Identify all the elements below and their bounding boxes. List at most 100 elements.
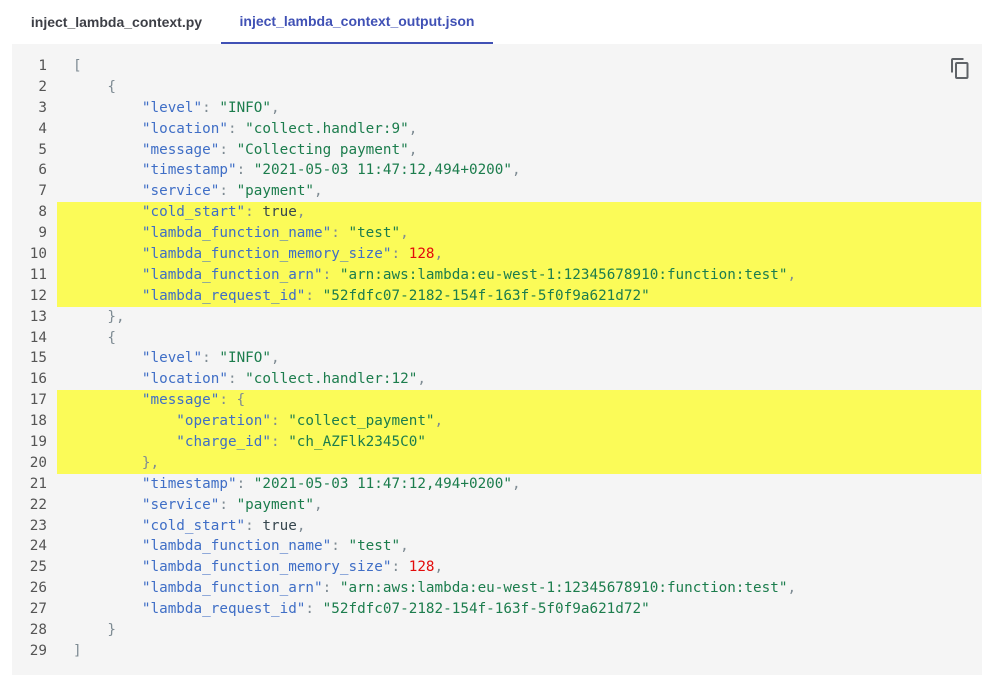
code-token: "52fdfc07-2182-154f-163f-5f0f9a621d72" <box>322 601 650 618</box>
code-line: 24 "lambda_function_name": "test", <box>12 536 982 557</box>
code-token: "lambda_request_id" <box>141 601 306 618</box>
line-number: 3 <box>38 99 47 116</box>
code-text: "lambda_function_memory_size": 128, <box>73 557 443 578</box>
code-token: "service" <box>141 496 220 513</box>
code-line: 28 } <box>12 620 982 641</box>
line-number: 22 <box>29 496 47 513</box>
line-number: 6 <box>38 162 47 179</box>
code-text: "cold_start": true, <box>73 202 306 223</box>
line-number: 19 <box>29 434 47 451</box>
line-number: 13 <box>29 308 47 325</box>
line-number: 15 <box>29 350 47 367</box>
line-number: 18 <box>29 413 47 430</box>
code-token: , <box>314 183 323 200</box>
code-token: : <box>391 246 409 263</box>
code-token: "lambda_function_memory_size" <box>141 559 392 576</box>
code-token: : <box>219 141 237 158</box>
code-line: 7 "service": "payment", <box>12 181 982 202</box>
code-line: 1[ <box>12 56 982 77</box>
line-number: 29 <box>29 642 47 659</box>
code-line: 14 { <box>12 328 982 349</box>
code-token: "charge_id" <box>176 434 271 451</box>
code-line: 8 "cold_start": true, <box>38 202 981 224</box>
line-number: 28 <box>29 622 47 639</box>
line-number: 12 <box>29 287 47 304</box>
code-text: "timestamp": "2021-05-03 11:47:12,494+02… <box>73 474 521 495</box>
code-token: "collect_payment" <box>288 413 435 430</box>
code-token: : <box>245 517 263 534</box>
code-line: 29] <box>12 641 982 662</box>
line-number: 2 <box>38 78 47 95</box>
line-number: 4 <box>38 120 47 137</box>
line-number: 24 <box>29 538 47 555</box>
code-token: , <box>400 225 409 242</box>
code-token: : <box>219 183 237 200</box>
line-number: 1 <box>38 58 47 74</box>
code-token: "INFO" <box>219 99 272 116</box>
code-token: "location" <box>141 371 228 388</box>
code-token: : <box>219 496 237 513</box>
code-token: , <box>296 517 306 534</box>
code-block: 1[2 {3 "level": "INFO", 4 "location": "co… <box>12 44 982 675</box>
tab-inject-lambda-context-output-json[interactable]: inject_lambda_context_output.json <box>221 0 493 44</box>
code-text: "operation": "collect_payment", <box>73 411 443 432</box>
code-token: }, <box>73 308 125 325</box>
code-token: ] <box>73 642 82 659</box>
line-number: 11 <box>29 266 47 283</box>
code-token: : <box>202 99 220 116</box>
tab-inject-lambda-context-py[interactable]: inject_lambda_context.py <box>12 0 221 44</box>
code-text: "message": "Collecting payment", <box>73 140 417 161</box>
code-token: "operation" <box>176 413 271 430</box>
code-line: 20 }, <box>30 452 981 474</box>
code-line: 16 "location": "collect.handler:12", <box>12 369 982 390</box>
code-token: , <box>787 266 797 283</box>
code-text: "cold_start": true, <box>73 516 306 537</box>
code-line: 12 "lambda_request_id": "52fdfc07-2182-1… <box>30 285 981 307</box>
code-token: : <box>270 413 289 430</box>
code-text: "charge_id": "ch_AZFlk2345C0" <box>73 432 426 453</box>
file-tabs: inject_lambda_context.py inject_lambda_c… <box>12 0 982 44</box>
code-token: "timestamp" <box>141 162 237 179</box>
code-token: "cold_start" <box>141 517 246 534</box>
code-token: "lambda_function_arn" <box>141 266 323 283</box>
code-text: { <box>73 328 116 349</box>
code-token: : <box>322 266 340 283</box>
code-token: "timestamp" <box>141 475 237 492</box>
code-token: true <box>262 204 297 221</box>
code-text: [ <box>73 56 82 77</box>
code-token: , <box>271 99 280 116</box>
code-text: "location": "collect.handler:9", <box>73 119 417 140</box>
code-line: 9 "lambda_function_name": "test", <box>38 223 981 245</box>
code-token: "lambda_function_name" <box>141 538 332 555</box>
code-token: [ <box>73 58 82 74</box>
code-token: , <box>314 496 323 513</box>
code-token: , <box>408 120 418 137</box>
code-token: "payment" <box>236 183 315 200</box>
code-token: : <box>322 580 340 597</box>
code-text: } <box>73 620 116 641</box>
line-number: 10 <box>29 246 47 263</box>
code-token: , <box>434 246 444 263</box>
code-line: 25 "lambda_function_memory_size": 128, <box>12 557 982 578</box>
code-token: 128 <box>408 559 435 576</box>
code-text: "level": "INFO", <box>73 98 280 119</box>
line-number: 8 <box>38 204 47 221</box>
code-text: ] <box>73 641 82 662</box>
line-number: 14 <box>29 329 47 346</box>
code-token: : <box>270 434 289 451</box>
line-number: 21 <box>29 475 47 492</box>
line-number: 25 <box>29 559 47 576</box>
code-token: "lambda_function_arn" <box>141 580 323 597</box>
